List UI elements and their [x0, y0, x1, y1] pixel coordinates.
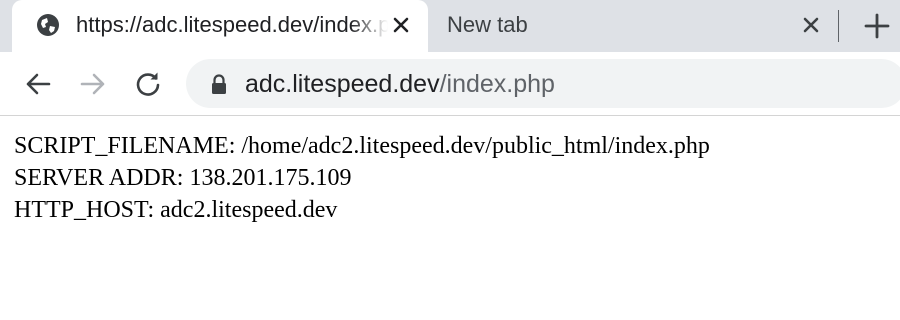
address-bar[interactable]: adc.litespeed.dev/index.php	[186, 59, 900, 108]
forward-arrow-icon[interactable]	[78, 69, 108, 99]
tab-new-tab[interactable]: New tab	[430, 0, 836, 52]
http-host-line: HTTP_HOST: adc2.litespeed.dev	[14, 197, 338, 223]
close-tab-icon[interactable]	[798, 12, 824, 38]
tab-title: New tab	[447, 12, 528, 37]
server-addr-line: SERVER ADDR: 138.201.175.109	[14, 165, 352, 191]
tab-strip: https://adc.litespeed.dev/index.php New …	[0, 0, 900, 52]
page-content: SCRIPT_FILENAME: /home/adc2.litespeed.de…	[0, 116, 900, 226]
tab-active[interactable]: https://adc.litespeed.dev/index.php	[12, 0, 428, 52]
tab-title: https://adc.litespeed.dev/index.php	[76, 12, 388, 37]
url-path: /index.php	[439, 70, 555, 98]
script-filename-line: SCRIPT_FILENAME: /home/adc2.litespeed.de…	[14, 133, 710, 159]
reload-icon[interactable]	[133, 69, 163, 99]
lock-icon[interactable]	[210, 73, 228, 95]
close-tab-icon[interactable]	[388, 12, 414, 38]
back-arrow-icon[interactable]	[23, 69, 53, 99]
tab-separator	[838, 10, 839, 42]
url-text[interactable]: adc.litespeed.dev/index.php	[245, 69, 555, 99]
toolbar: adc.litespeed.dev/index.php	[0, 52, 900, 116]
globe-icon	[37, 14, 59, 36]
new-tab-icon[interactable]	[861, 10, 893, 42]
url-host: adc.litespeed.dev	[245, 70, 440, 98]
